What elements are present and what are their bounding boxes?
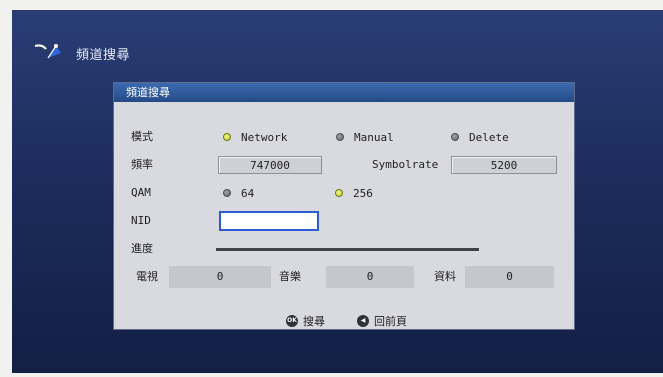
mode-option-manual[interactable]: Manual	[336, 125, 394, 149]
mode-row: 模式 Network Manual Delete	[114, 125, 574, 149]
qam-label: QAM	[131, 186, 151, 199]
dialog-title: 頻道搜尋	[114, 83, 574, 102]
back-button-label: 回前頁	[374, 315, 407, 328]
progress-row: 進度	[114, 237, 574, 261]
tv-count-label: 電視	[136, 270, 158, 283]
nid-input[interactable]	[219, 211, 319, 231]
data-count-value: 0	[465, 266, 554, 288]
screen-title: 頻道搜尋	[76, 48, 131, 63]
symbolrate-field[interactable]: 5200	[451, 156, 557, 174]
radio-unselected-icon	[223, 189, 231, 197]
mode-option-network[interactable]: Network	[223, 125, 287, 149]
progress-label: 進度	[131, 242, 153, 255]
screen-header: 頻道搜尋	[32, 38, 130, 63]
radio-unselected-icon	[451, 133, 459, 141]
symbolrate-label: Symbolrate	[372, 158, 439, 171]
frequency-row: 頻率 747000 Symbolrate 5200	[114, 153, 574, 177]
mode-option-delete[interactable]: Delete	[451, 125, 509, 149]
radio-selected-icon	[223, 133, 231, 141]
satellite-dish-icon	[34, 43, 61, 58]
mode-option-label: Manual	[354, 130, 394, 144]
mode-option-label: Network	[241, 130, 288, 144]
tv-screen: 頻道搜尋 頻道搜尋 模式 Network Manual Delete 頻率 74…	[12, 10, 663, 373]
radio-selected-icon	[335, 189, 343, 197]
channel-search-dialog: 頻道搜尋 模式 Network Manual Delete 頻率 747000 …	[113, 82, 575, 330]
back-button[interactable]: ◀ 回前頁	[357, 313, 407, 329]
music-count-value: 0	[326, 266, 414, 288]
back-icon: ◀	[357, 315, 369, 327]
qam-option-label: 256	[353, 186, 373, 200]
ok-button-icon: OK	[286, 315, 298, 327]
qam-option-64[interactable]: 64	[223, 181, 254, 205]
nid-label: NID	[131, 214, 151, 227]
qam-row: QAM 64 256	[114, 181, 574, 205]
radio-unselected-icon	[336, 133, 344, 141]
tv-count-value: 0	[169, 266, 271, 288]
progress-fill	[216, 248, 479, 251]
dialog-footer: OK 搜尋 ◀ 回前頁	[114, 313, 574, 331]
qam-option-256[interactable]: 256	[335, 181, 373, 205]
mode-label: 模式	[131, 130, 153, 143]
frequency-label: 頻率	[131, 158, 153, 171]
data-count-label: 資料	[434, 270, 456, 283]
nid-row: NID	[114, 209, 574, 233]
progress-bar	[216, 248, 479, 251]
mode-option-label: Delete	[469, 130, 509, 144]
frequency-field[interactable]: 747000	[218, 156, 322, 174]
music-count-label: 音樂	[279, 270, 301, 283]
stats-row: 電視 0 音樂 0 資料 0	[114, 266, 574, 288]
search-button[interactable]: OK 搜尋	[286, 313, 325, 329]
qam-option-label: 64	[241, 186, 255, 200]
search-button-label: 搜尋	[303, 315, 325, 328]
